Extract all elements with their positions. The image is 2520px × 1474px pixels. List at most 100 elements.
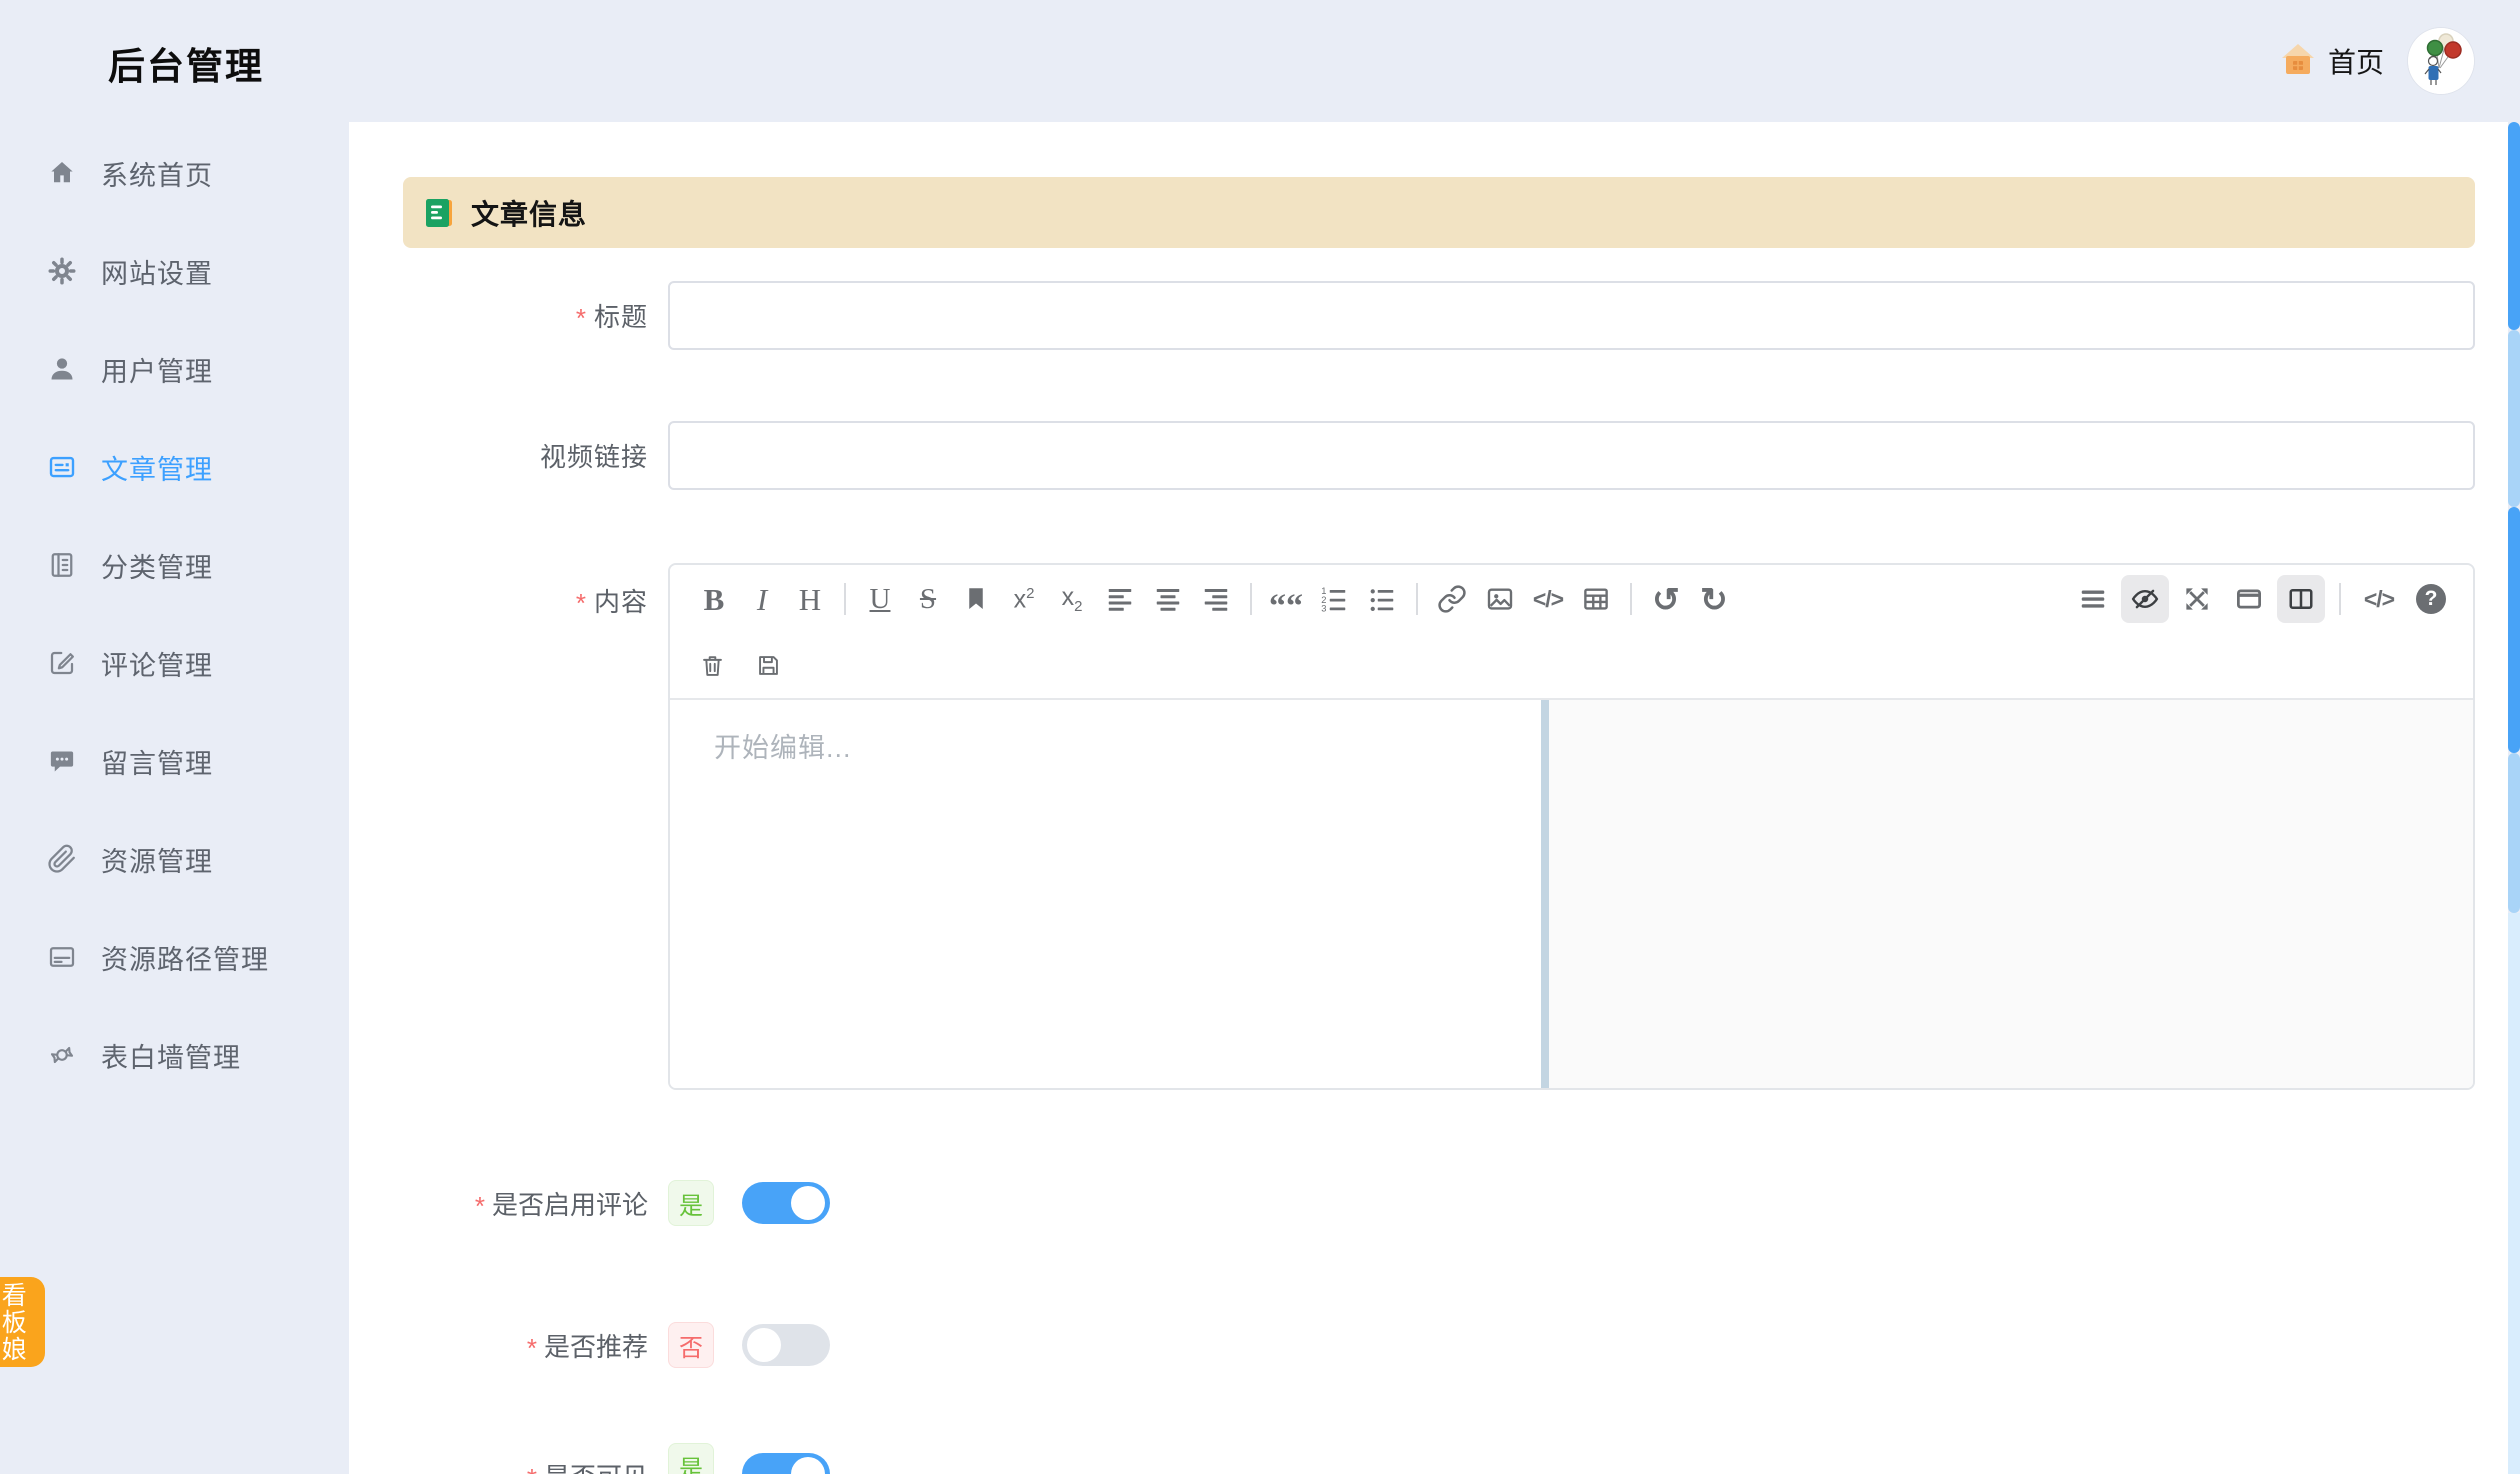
toolbar-divider xyxy=(1416,583,1418,615)
avatar[interactable] xyxy=(2408,28,2474,94)
required-asterisk: * xyxy=(576,588,587,619)
sidebar-item-home[interactable]: 系统首页 xyxy=(0,124,349,222)
eye-off-button[interactable] xyxy=(2121,575,2169,623)
recommend-switch[interactable] xyxy=(742,1324,830,1366)
comment-icon xyxy=(45,646,79,680)
user-icon xyxy=(45,352,79,386)
home-link[interactable]: 首页 xyxy=(2280,41,2384,81)
editor-split-handle[interactable] xyxy=(1541,700,1549,1088)
sidebar-item-paperclip[interactable]: 资源管理 xyxy=(0,810,349,908)
sidebar-item-category[interactable]: 分类管理 xyxy=(0,516,349,614)
sidebar-item-label: 系统首页 xyxy=(101,154,213,193)
split-button[interactable] xyxy=(2277,575,2325,623)
home-icon xyxy=(2280,42,2316,81)
sidebar-item-message[interactable]: 留言管理 xyxy=(0,712,349,810)
align-right-button[interactable] xyxy=(1192,575,1240,623)
editor-toolbar-row2 xyxy=(690,643,802,687)
recommend-label: * 是否推荐 xyxy=(403,1322,648,1368)
content-field-label: * 内容 xyxy=(403,573,648,627)
scrollbar-segment[interactable] xyxy=(2508,753,2520,913)
editor-preview-pane xyxy=(1549,700,2473,1088)
svg-text:3: 3 xyxy=(1321,604,1326,614)
editor-toolbar: BIHUSx2x2 ““123 </> ↺↻ </>? xyxy=(670,565,2473,700)
category-icon xyxy=(45,548,79,582)
home-link-label: 首页 xyxy=(2328,41,2384,81)
bold-button[interactable]: B xyxy=(690,575,738,623)
expand-button[interactable] xyxy=(2173,575,2221,623)
menu-button[interactable] xyxy=(2069,575,2117,623)
sidebar-item-user[interactable]: 用户管理 xyxy=(0,320,349,418)
enable-comments-label: * 是否启用评论 xyxy=(403,1180,648,1226)
sidebar-item-card[interactable]: 资源路径管理 xyxy=(0,908,349,1006)
card-icon xyxy=(45,940,79,974)
unordered-list-button[interactable] xyxy=(1358,575,1406,623)
enable-comments-switch[interactable] xyxy=(742,1182,830,1224)
sidebar-item-gear[interactable]: 网站设置 xyxy=(0,222,349,320)
home-icon xyxy=(45,156,79,190)
sidebar-item-candy[interactable]: 表白墙管理 xyxy=(0,1006,349,1104)
message-icon xyxy=(45,744,79,778)
trash-button[interactable] xyxy=(690,643,734,687)
window-button[interactable] xyxy=(2225,575,2273,623)
align-center-button[interactable] xyxy=(1144,575,1192,623)
align-left-button[interactable] xyxy=(1096,575,1144,623)
link-button[interactable] xyxy=(1428,575,1476,623)
sidebar-item-label: 文章管理 xyxy=(101,448,213,487)
inline-code-button[interactable]: </> xyxy=(2355,575,2403,623)
video-link-input[interactable] xyxy=(668,421,2475,490)
heading-button[interactable]: H xyxy=(786,575,834,623)
required-asterisk: * xyxy=(527,1463,537,1474)
header-right: 首页 xyxy=(2280,0,2474,122)
main-panel: 文章信息 * 标题 视频链接 * 内容 BIHUSx2x2““123</>↺↻ … xyxy=(349,122,2508,1474)
sidebar-item-label: 评论管理 xyxy=(101,644,213,683)
subscript-button[interactable]: x2 xyxy=(1048,575,1096,623)
sidebar-item-label: 分类管理 xyxy=(101,546,213,585)
sidebar-item-label: 用户管理 xyxy=(101,350,213,389)
scrollbar-segment[interactable] xyxy=(2508,330,2520,507)
redo-button[interactable]: ↻ xyxy=(1690,575,1738,623)
sidebar-item-label: 留言管理 xyxy=(101,742,213,781)
gear-icon xyxy=(45,254,79,288)
editor-toolbar-right: </>? xyxy=(2069,575,2455,623)
visible-switch[interactable] xyxy=(742,1453,830,1474)
editor-write-pane[interactable]: 开始编辑... xyxy=(670,700,1541,1088)
sidebar-item-article[interactable]: 文章管理 xyxy=(0,418,349,516)
strike-button[interactable]: S xyxy=(904,575,952,623)
sidebar-item-label: 表白墙管理 xyxy=(101,1036,241,1075)
toolbar-divider xyxy=(844,583,846,615)
visible-label: * 是否可见 xyxy=(403,1452,648,1474)
switch-knob xyxy=(791,1186,825,1220)
article-icon xyxy=(45,450,79,484)
undo-button[interactable]: ↺ xyxy=(1642,575,1690,623)
italic-button[interactable]: I xyxy=(738,575,786,623)
help-button[interactable]: ? xyxy=(2407,575,2455,623)
required-asterisk: * xyxy=(576,303,587,334)
table-button[interactable] xyxy=(1572,575,1620,623)
paperclip-icon xyxy=(45,842,79,876)
ordered-list-button[interactable]: 123 xyxy=(1310,575,1358,623)
image-button[interactable] xyxy=(1476,575,1524,623)
toolbar-divider xyxy=(1630,583,1632,615)
scrollbar-thumb[interactable] xyxy=(2508,507,2520,753)
bookmark-button[interactable] xyxy=(952,575,1000,623)
underline-button[interactable]: U xyxy=(856,575,904,623)
sidebar-item-label: 资源管理 xyxy=(101,840,213,879)
section-header: 文章信息 xyxy=(403,177,2475,248)
save-button[interactable] xyxy=(746,643,790,687)
scrollbar-track[interactable] xyxy=(2508,913,2520,1474)
editor-body: 开始编辑... xyxy=(670,700,2473,1088)
superscript-button[interactable]: x2 xyxy=(1000,575,1048,623)
sidebar-item-comment[interactable]: 评论管理 xyxy=(0,614,349,712)
title-input[interactable] xyxy=(668,281,2475,350)
switch-knob xyxy=(747,1328,781,1362)
switch-knob xyxy=(791,1457,825,1474)
code-button[interactable]: </> xyxy=(1524,575,1572,623)
scrollbar-thumb[interactable] xyxy=(2508,122,2520,330)
mascot-badge[interactable]: 看板娘 xyxy=(0,1277,45,1367)
quote-button[interactable]: ““ xyxy=(1262,575,1310,623)
scrollbar[interactable] xyxy=(2508,122,2520,1474)
video-link-field-label: 视频链接 xyxy=(403,421,648,490)
editor-toolbar-left: BIHUSx2x2 ““123 </> ↺↻ xyxy=(690,575,1738,623)
editor-placeholder: 开始编辑... xyxy=(714,726,1541,765)
sidebar-item-label: 网站设置 xyxy=(101,252,213,291)
